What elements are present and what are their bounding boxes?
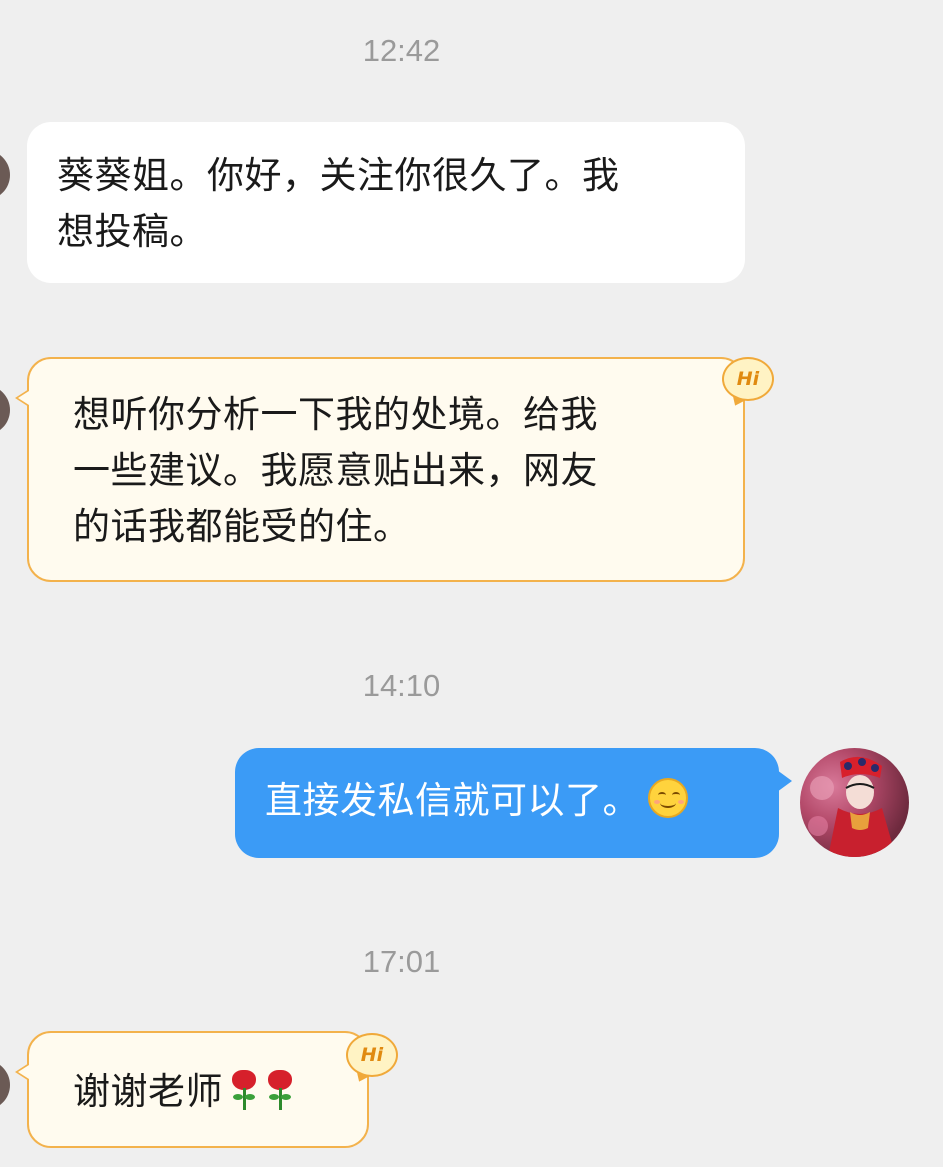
message-line: 想投稿。: [57, 210, 207, 253]
message-bubble-sent[interactable]: 直接发私信就可以了。: [235, 748, 792, 858]
message-bubble-received[interactable]: 葵葵姐。你好，关注你很久了。我 想投稿。: [27, 122, 745, 283]
peer-avatar[interactable]: [0, 150, 10, 200]
message-bubble-received[interactable]: 谢谢老师: [15, 1031, 369, 1148]
timestamp: 12:42: [362, 33, 441, 68]
peer-avatar[interactable]: [0, 385, 10, 435]
message-line: 一些建议。我愿意贴出来，网友: [73, 449, 598, 492]
hi-badge-icon: Hi: [722, 357, 774, 401]
message-line: 葵葵姐。你好，关注你很久了。我: [57, 154, 620, 197]
message-line: 的话我都能受的住。: [73, 505, 411, 548]
message-line: 想听你分析一下我的处境。给我: [73, 393, 598, 436]
smile-icon: [648, 778, 688, 818]
timestamp: 17:01: [362, 944, 441, 979]
peer-avatar[interactable]: [0, 1060, 10, 1110]
message-text: 直接发私信就可以了。: [265, 779, 640, 822]
rose-icon: [265, 1070, 295, 1112]
avatar-image: [808, 756, 896, 857]
rose-icon: [229, 1070, 259, 1112]
message-text: 谢谢老师: [73, 1070, 223, 1113]
own-avatar[interactable]: [800, 748, 909, 857]
hi-badge-icon: Hi: [346, 1033, 398, 1077]
timestamp: 14:10: [362, 668, 441, 703]
message-bubble-received[interactable]: 想听你分析一下我的处境。给我 一些建议。我愿意贴出来，网友 的话我都能受的住。: [15, 357, 745, 582]
